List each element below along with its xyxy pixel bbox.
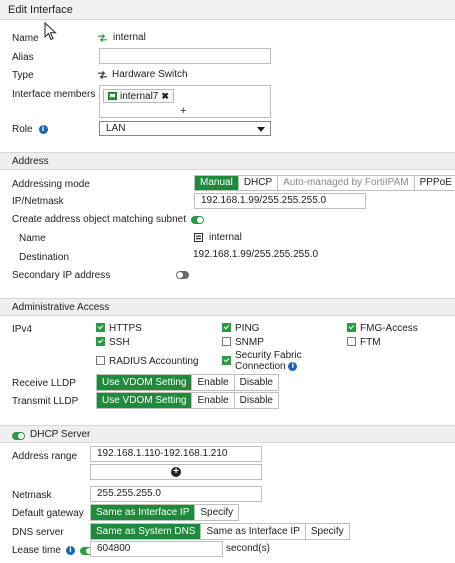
address-range-label: Address range	[12, 451, 78, 462]
receive-lldp-enable-button[interactable]: Enable	[192, 375, 235, 390]
default-gateway-label: Default gateway	[12, 508, 84, 519]
address-object-icon	[194, 233, 203, 242]
secondary-ip-toggle[interactable]	[176, 271, 189, 280]
lease-time-unit: second(s)	[226, 543, 270, 554]
dhcp-section-header: DHCP Server	[0, 425, 455, 443]
netmask-label: Netmask	[12, 490, 52, 501]
dns-same-as-interface-button[interactable]: Same as Interface IP	[201, 524, 306, 539]
default-gateway-group: Same as Interface IP Specify	[90, 504, 240, 521]
dialog-title-bar: Edit Interface	[0, 0, 455, 20]
ssh-checkbox[interactable]: SSH	[96, 337, 130, 348]
interface-members-label: Interface members	[12, 89, 96, 100]
mode-dhcp-button[interactable]: DHCP	[238, 176, 279, 190]
radius-accounting-label: RADIUS Accounting	[109, 356, 199, 367]
object-name-label: Name	[19, 233, 46, 244]
create-address-object-toggle[interactable]	[191, 215, 204, 224]
chevron-down-icon	[257, 127, 265, 132]
mode-pppoe-button[interactable]: PPPoE	[414, 176, 455, 190]
lease-time-row: Lease time i	[12, 545, 93, 556]
transmit-lldp-enable-button[interactable]: Enable	[192, 393, 235, 408]
member-chip-internal7[interactable]: internal7 ✖	[103, 89, 174, 103]
receive-lldp-label: Receive LLDP	[12, 378, 76, 389]
dns-same-as-system-button[interactable]: Same as System DNS	[91, 524, 202, 539]
address-range-input[interactable]: 192.168.1.110-192.168.1.210	[90, 446, 262, 462]
address-section-header: Address	[0, 152, 455, 170]
name-label: Name	[12, 33, 39, 44]
security-fabric-label: Security Fabric Connection i	[235, 350, 302, 372]
receive-lldp-vdom-button[interactable]: Use VDOM Setting	[97, 375, 193, 390]
interface-members-field[interactable]: internal7 ✖ +	[99, 85, 271, 118]
create-address-object-row: Create address object matching subnet	[12, 214, 204, 225]
type-value: Hardware Switch	[98, 69, 188, 80]
secondary-ip-label: Secondary IP address	[12, 270, 111, 281]
member-chip-label: internal7	[120, 90, 159, 102]
https-checkbox[interactable]: HTTPS	[96, 323, 142, 334]
transmit-lldp-label: Transmit LLDP	[12, 396, 79, 407]
ip-netmask-input[interactable]: 192.168.1.99/255.255.255.0	[194, 193, 366, 209]
mode-manual-button[interactable]: Manual	[195, 176, 239, 190]
lease-time-input[interactable]: 604800	[90, 541, 223, 557]
gateway-same-as-interface-button[interactable]: Same as Interface IP	[91, 505, 196, 520]
hardware-switch-icon	[98, 33, 107, 42]
https-label: HTTPS	[109, 323, 142, 334]
type-label: Type	[12, 70, 34, 81]
info-icon[interactable]: i	[288, 361, 298, 371]
add-circle-icon: +	[171, 467, 181, 477]
role-label: Role	[12, 124, 33, 135]
lease-time-label: Lease time	[12, 545, 61, 556]
ssh-label: SSH	[109, 337, 130, 348]
dns-specify-button[interactable]: Specify	[305, 524, 349, 539]
transmit-lldp-group: Use VDOM Setting Enable Disable	[96, 392, 279, 409]
object-name-value: internal	[194, 232, 242, 243]
dns-server-label: DNS server	[12, 527, 64, 538]
netmask-input[interactable]: 255.255.255.0	[90, 486, 262, 502]
snmp-label: SNMP	[235, 337, 264, 348]
ftm-checkbox[interactable]: FTM	[347, 337, 381, 348]
add-range-button[interactable]: +	[90, 464, 262, 480]
remove-member-icon[interactable]: ✖	[161, 91, 169, 102]
info-icon[interactable]: i	[38, 125, 48, 134]
receive-lldp-group: Use VDOM Setting Enable Disable	[96, 374, 279, 391]
fmg-access-label: FMG-Access	[360, 323, 418, 334]
destination-value: 192.168.1.99/255.255.255.0	[193, 249, 319, 260]
name-value: internal	[98, 32, 146, 43]
address-section-title: Address	[12, 156, 49, 167]
mode-fortiipam-button: Auto-managed by FortiIPAM	[278, 176, 415, 190]
add-member-button[interactable]: +	[180, 105, 186, 117]
ip-netmask-label: IP/Netmask	[12, 196, 64, 207]
admin-access-section-title: Administrative Access	[12, 302, 110, 313]
transmit-lldp-disable-button[interactable]: Disable	[234, 393, 278, 408]
radius-accounting-checkbox[interactable]: RADIUS Accounting	[96, 356, 199, 367]
gateway-specify-button[interactable]: Specify	[195, 505, 239, 520]
ping-label: PING	[235, 323, 260, 334]
ping-checkbox[interactable]: PING	[222, 323, 259, 334]
alias-input[interactable]	[99, 48, 271, 64]
dhcp-server-toggle[interactable]	[12, 432, 25, 441]
dns-server-group: Same as System DNS Same as Interface IP …	[90, 523, 350, 540]
admin-access-section-header: Administrative Access	[0, 298, 455, 316]
receive-lldp-disable-button[interactable]: Disable	[234, 375, 278, 390]
security-fabric-checkbox[interactable]: Security Fabric Connection i	[222, 350, 325, 372]
create-address-object-label: Create address object matching subnet	[12, 214, 186, 225]
ftm-label: FTM	[360, 337, 381, 348]
snmp-checkbox[interactable]: SNMP	[222, 337, 264, 348]
dhcp-section-title: DHCP Server	[30, 429, 91, 440]
mouse-cursor-icon	[44, 22, 57, 41]
transmit-lldp-vdom-button[interactable]: Use VDOM Setting	[97, 393, 193, 408]
ipv4-label: IPv4	[12, 324, 33, 335]
destination-label: Destination	[19, 252, 70, 263]
alias-label: Alias	[12, 52, 34, 63]
role-selected-value: LAN	[106, 123, 126, 134]
addressing-mode-label: Addressing mode	[12, 179, 90, 190]
port-icon	[108, 92, 117, 100]
hardware-switch-icon	[98, 70, 107, 79]
fmg-access-checkbox[interactable]: FMG-Access	[347, 323, 418, 334]
role-label-group: Role i	[12, 124, 48, 135]
addressing-mode-group: Manual DHCP Auto-managed by FortiIPAM PP…	[194, 175, 455, 191]
dialog-title: Edit Interface	[8, 4, 73, 16]
info-icon[interactable]: i	[65, 546, 75, 555]
role-select[interactable]: LAN	[99, 121, 271, 136]
